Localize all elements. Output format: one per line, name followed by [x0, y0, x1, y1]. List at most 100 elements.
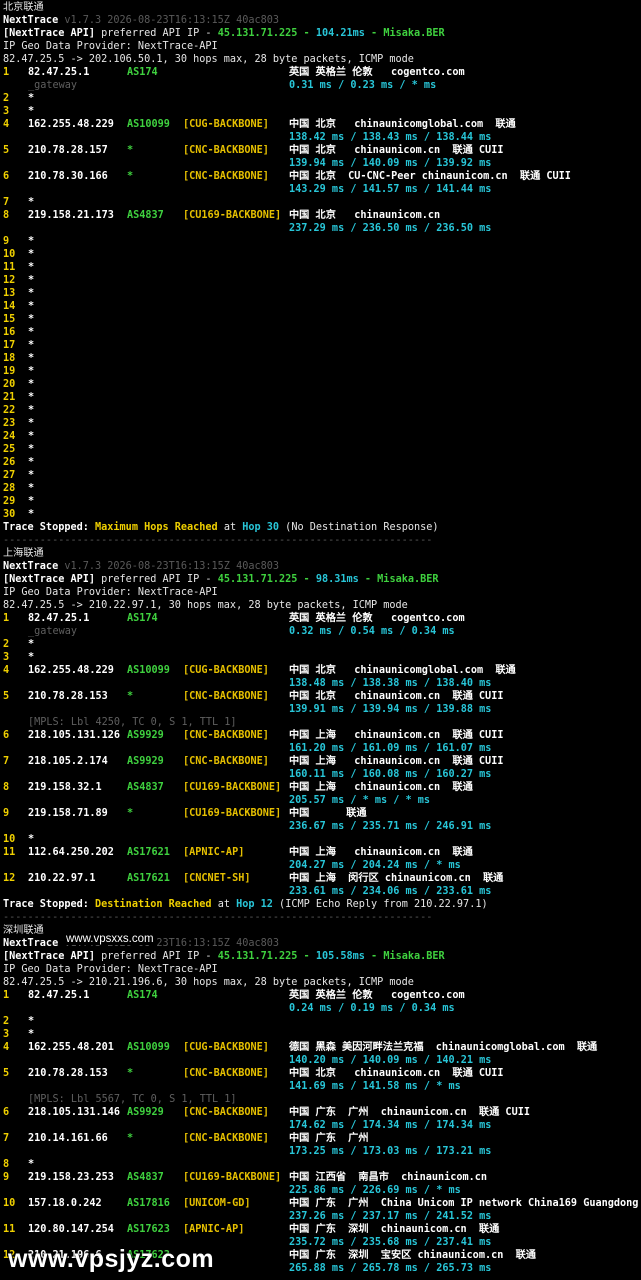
- hop-ip: *: [28, 392, 35, 403]
- api-sep: -: [297, 951, 316, 962]
- hop-number: 16: [3, 327, 16, 338]
- hop-rtt-row: 161.20 ms / 161.09 ms / 161.07 ms: [0, 742, 641, 755]
- hop-ip: *: [28, 262, 35, 273]
- hop-number: 2: [3, 639, 10, 650]
- hop-ip: 218.105.131.126: [28, 730, 121, 741]
- hop-number: 3: [3, 652, 10, 663]
- hop-row: 3 *: [0, 105, 641, 118]
- hop-rtt: 160.11 ms / 160.08 ms / 160.27 ms: [289, 769, 492, 780]
- api-latency: 105.58ms: [315, 951, 365, 962]
- section-title-text: 深圳联通: [3, 925, 44, 936]
- stop-reason: Maximum Hops Reached: [95, 522, 218, 533]
- mpls-label: [MPLS: Lbl 5567, TC 0, S 1, TTL 1]: [28, 1094, 237, 1105]
- hop-ip: 210.78.28.153: [28, 1068, 108, 1079]
- trace-stopped-line: Trace Stopped: Destination Reached at Ho…: [0, 898, 641, 911]
- stop-reason: Destination Reached: [95, 899, 212, 910]
- api-text: preferred API IP -: [95, 574, 218, 585]
- mpls-line: [MPLS: Lbl 4250, TC 0, S 1, TTL 1]: [0, 716, 641, 729]
- hop-asn: AS174: [127, 990, 158, 1001]
- hop-number: 3: [3, 106, 10, 117]
- route-line: 82.47.25.5 -> 210.22.97.1, 30 hops max, …: [0, 599, 641, 612]
- hop-network-tag: [CNC-BACKBONE]: [183, 1107, 269, 1118]
- hop-number: 5: [3, 1068, 10, 1079]
- api-prefix: [NextTrace API]: [3, 951, 96, 962]
- hop-row: 2 *: [0, 1015, 641, 1028]
- trace-stopped-text: Trace Stopped: Maximum Hops Reached at H…: [3, 521, 439, 534]
- hop-number: 19: [3, 366, 16, 377]
- api-line: [NextTrace API] preferred API IP - 45.13…: [0, 573, 641, 586]
- hop-ip: *: [28, 1159, 35, 1170]
- hop-ip: *: [28, 353, 35, 364]
- hop-rtt: 237.26 ms / 237.17 ms / 241.52 ms: [289, 1211, 492, 1222]
- mpls-line: [MPLS: Lbl 5567, TC 0, S 1, TTL 1]: [0, 1093, 641, 1106]
- stop-at: at: [211, 899, 237, 910]
- route-text: 82.47.25.5 -> 210.22.97.1, 30 hops max, …: [3, 600, 408, 611]
- hop-row: 1 82.47.25.1 AS174 英国 英格兰 伦敦 cogentco.com: [0, 612, 641, 625]
- mpls-label: [MPLS: Lbl 4250, TC 0, S 1, TTL 1]: [28, 717, 237, 728]
- hop-asn: AS17623: [127, 1224, 170, 1235]
- hop-row: 18 *: [0, 352, 641, 365]
- hop-ip: 120.80.147.254: [28, 1224, 114, 1235]
- hop-number: 6: [3, 730, 10, 741]
- api-sep: -: [297, 574, 316, 585]
- hop-network-tag: [CNC-BACKBONE]: [183, 1068, 269, 1079]
- api-line: [NextTrace API] preferred API IP - 45.13…: [0, 950, 641, 963]
- hop-geo: 英国 英格兰 伦敦 cogentco.com: [289, 67, 465, 78]
- hop-rtt-row: 140.20 ms / 140.09 ms / 140.21 ms: [0, 1054, 641, 1067]
- hop-number: 13: [3, 288, 16, 299]
- hop-rtt-row: 174.62 ms / 174.34 ms / 174.34 ms: [0, 1119, 641, 1132]
- hop-network-tag: [CNC-BACKBONE]: [183, 145, 269, 156]
- hop-row: 28 *: [0, 482, 641, 495]
- hop-row: 4 162.255.48.229 AS10099 [CUG-BACKBONE] 中国 北…: [0, 664, 641, 677]
- hop-ip: 210.78.28.153: [28, 691, 108, 702]
- hop-rtt: 235.72 ms / 235.68 ms / 237.41 ms: [289, 1237, 492, 1248]
- hop-number: 6: [3, 171, 10, 182]
- hop-ip: 218.105.2.174: [28, 756, 108, 767]
- hop-asn: AS10099: [127, 665, 170, 676]
- version-line: NextTrace v1.7.3 2026-08-23T16:13:15Z 40…: [0, 560, 641, 573]
- watermark-small: www.vpsxxs.com: [64, 933, 156, 945]
- hop-network-tag: [CNCNET-SH]: [183, 873, 251, 884]
- hop-rtt: 0.31 ms / 0.23 ms / * ms: [289, 80, 437, 91]
- hop-rtt-row: 237.29 ms / 236.50 ms / 236.50 ms: [0, 222, 641, 235]
- api-prefix: [NextTrace API]: [3, 574, 96, 585]
- hop-ip: 218.105.131.146: [28, 1107, 121, 1118]
- hop-rtt: 225.86 ms / 226.69 ms / * ms: [289, 1185, 461, 1196]
- hop-row: 8 *: [0, 1158, 641, 1171]
- hop-geo: 中国 北京 chinaunicom.cn: [289, 210, 441, 221]
- hop-rtt: 138.42 ms / 138.43 ms / 138.44 ms: [289, 132, 492, 143]
- hop-ip: *: [28, 288, 35, 299]
- hop-row: 22 *: [0, 404, 641, 417]
- hop-geo: 中国 广东 广州: [289, 1133, 369, 1144]
- separator-line: ----------------------------------------…: [0, 534, 641, 547]
- hop-asn: AS17621: [127, 873, 170, 884]
- hop-row: 17 *: [0, 339, 641, 352]
- hop-row: 24 *: [0, 430, 641, 443]
- hop-rtt-row: 225.86 ms / 226.69 ms / * ms: [0, 1184, 641, 1197]
- hop-geo: 中国 广东 广州 chinaunicom.cn 联通 CUII: [289, 1107, 530, 1118]
- hop-number: 1: [3, 990, 10, 1001]
- hop-ip: *: [28, 444, 35, 455]
- hop-geo: 中国 联通: [289, 808, 367, 819]
- hop-asn: AS9929: [127, 1107, 164, 1118]
- hop-ip: *: [28, 652, 35, 663]
- hop-rtt: 236.67 ms / 235.71 ms / 246.91 ms: [289, 821, 492, 832]
- api-node: Misaka.BER: [377, 574, 439, 585]
- api-ip: 45.131.71.225: [217, 574, 298, 585]
- hop-number: 2: [3, 93, 10, 104]
- hop-asn: AS4837: [127, 782, 164, 793]
- hop-number: 10: [3, 834, 16, 845]
- app-name: NextTrace: [3, 938, 59, 949]
- hop-network-tag: [CNC-BACKBONE]: [183, 171, 269, 182]
- hop-asn: AS4837: [127, 1172, 164, 1183]
- hop-number: 8: [3, 782, 10, 793]
- version-line: NextTrace v1.7.3 2026-08-23T16:13:15Z 40…: [0, 14, 641, 27]
- hop-ip: 82.47.25.1: [28, 990, 90, 1001]
- hop-rtt: 204.27 ms / 204.24 ms / * ms: [289, 860, 461, 871]
- hop-ip: 162.255.48.229: [28, 665, 114, 676]
- hop-row: 9 219.158.23.253 AS4837 [CU169-BACKBONE] 中国 …: [0, 1171, 641, 1184]
- hop-rtt: 233.61 ms / 234.06 ms / 233.61 ms: [289, 886, 492, 897]
- hop-row: 3 *: [0, 1028, 641, 1041]
- hop-geo: 中国 广东 深圳 宝安区 chinaunicom.cn 联通: [289, 1250, 536, 1261]
- hop-row: 10 *: [0, 248, 641, 261]
